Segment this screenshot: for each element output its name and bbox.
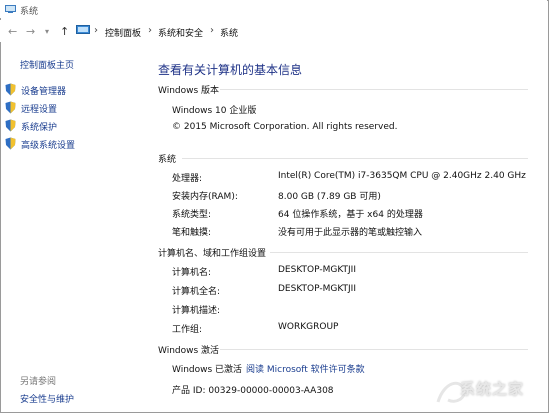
watermark-text: 系统之家 xyxy=(460,380,525,398)
page-title: 查看有关计算机的基本信息 xyxy=(158,63,303,77)
activation-heading: Windows 激活 xyxy=(158,346,220,356)
shield-icon xyxy=(5,101,16,114)
system-window-icon xyxy=(5,5,16,13)
sidebar-item-label: 远程设置 xyxy=(21,105,58,115)
copyright-text: © 2015 Microsoft Corporation. All rights… xyxy=(172,122,398,132)
computer-name-heading: 计算机名、域和工作组设置 xyxy=(158,249,267,259)
system-type-label: 系统类型: xyxy=(172,210,212,220)
edition-name: Windows 10 企业版 xyxy=(172,106,257,116)
title-bar: 系统 xyxy=(0,0,547,18)
sidebar: 控制面板主页 设备管理器 远程设置 系统保护 高级系统设置 另请参阅 安全性与维… xyxy=(0,42,140,411)
system-heading: 系统 xyxy=(158,155,177,165)
system-type-value: 64 位操作系统，基于 x64 的处理器 xyxy=(278,210,423,220)
full-name-label: 计算机全名: xyxy=(172,287,221,297)
security-maintenance-link[interactable]: 安全性与维护 xyxy=(20,392,74,405)
edition-section: Windows 版本 Windows 10 企业版 © 2015 Microso… xyxy=(158,83,528,143)
shield-icon xyxy=(5,137,16,150)
workgroup-value: WORKGROUP xyxy=(278,322,339,332)
license-terms-link[interactable]: 阅读 Microsoft 软件许可条款 xyxy=(246,362,365,375)
ram-value: 8.00 GB (7.89 GB 可用) xyxy=(278,192,381,202)
address-bar: ← → ▾ ↑ › 控制面板 › 系统和安全 › 系统 xyxy=(0,20,547,42)
breadcrumb-system[interactable]: 系统 xyxy=(220,26,238,39)
computer-name-value: DESKTOP-MGKTJII xyxy=(278,265,356,275)
forward-arrow-icon[interactable]: → xyxy=(26,25,35,38)
control-panel-icon xyxy=(76,25,90,34)
processor-value: Intel(R) Core(TM) i7-3635QM CPU @ 2.40GH… xyxy=(278,171,526,181)
breadcrumb-separator-icon: › xyxy=(94,25,98,36)
main-content: 查看有关计算机的基本信息 Windows 版本 Windows 10 企业版 ©… xyxy=(140,42,547,411)
edition-heading: Windows 版本 xyxy=(158,86,220,96)
ram-label: 安装内存(RAM): xyxy=(172,192,238,202)
recent-chevron-icon[interactable]: ▾ xyxy=(45,27,49,36)
sidebar-home-link[interactable]: 控制面板主页 xyxy=(20,58,74,71)
computer-name-label: 计算机名: xyxy=(172,268,212,278)
sidebar-item-label: 系统保护 xyxy=(21,123,58,133)
pen-touch-value: 没有可用于此显示器的笔或触控输入 xyxy=(278,228,423,238)
back-arrow-icon[interactable]: ← xyxy=(8,25,17,38)
section-divider xyxy=(220,349,528,350)
workgroup-label: 工作组: xyxy=(172,325,203,335)
processor-label: 处理器: xyxy=(172,174,203,184)
section-divider xyxy=(182,158,528,159)
see-also-heading: 另请参阅 xyxy=(20,377,57,387)
activation-status: Windows 已激活 xyxy=(172,365,243,375)
computer-name-section: 计算机名、域和工作组设置 计算机名: DESKTOP-MGKTJII 计算机全名… xyxy=(158,246,528,336)
pen-touch-label: 笔和触摸: xyxy=(172,228,212,238)
breadcrumb-separator-icon: › xyxy=(210,25,214,36)
description-label: 计算机描述: xyxy=(172,306,221,316)
breadcrumb-separator-icon: › xyxy=(148,25,152,36)
section-divider xyxy=(270,252,528,253)
shield-icon xyxy=(5,119,16,132)
up-arrow-icon[interactable]: ↑ xyxy=(60,25,69,38)
window-title: 系统 xyxy=(20,7,39,17)
product-id: 产品 ID: 00329-00000-00003-AA308 xyxy=(172,386,334,396)
breadcrumb-system-security[interactable]: 系统和安全 xyxy=(158,26,203,39)
breadcrumb-control-panel[interactable]: 控制面板 xyxy=(105,26,141,39)
full-name-value: DESKTOP-MGKTJII xyxy=(278,284,356,294)
system-section: 系统 处理器: Intel(R) Core(TM) i7-3635QM CPU … xyxy=(158,152,528,238)
sidebar-item-label: 设备管理器 xyxy=(21,87,67,97)
section-divider xyxy=(220,89,528,90)
sidebar-item-label: 高级系统设置 xyxy=(21,141,76,151)
shield-icon xyxy=(5,83,16,96)
